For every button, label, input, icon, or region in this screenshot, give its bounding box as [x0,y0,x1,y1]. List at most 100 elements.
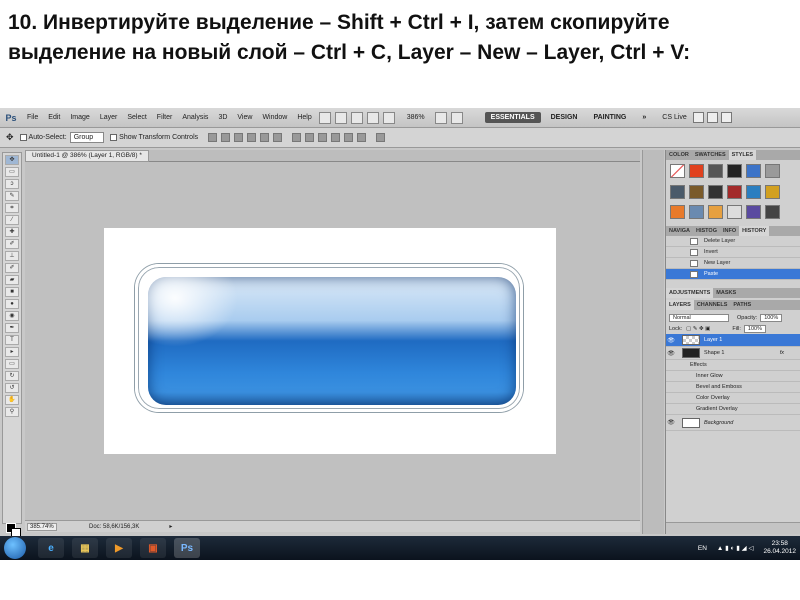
clock[interactable]: 23:58 26.04.2012 [763,540,796,556]
menu-layer[interactable]: Layer [95,114,123,121]
distribute-vcenter-icon[interactable] [305,133,315,142]
align-vcenter-icon[interactable] [221,133,231,142]
stamp-tool-icon[interactable]: ⊥ [5,251,19,261]
dodge-tool-icon[interactable]: ◉ [5,311,19,321]
layer-effect-row[interactable]: Color Overlay [666,393,800,404]
menu-help[interactable]: Help [292,114,316,121]
menu-edit[interactable]: Edit [43,114,65,121]
healing-tool-icon[interactable]: ✚ [5,227,19,237]
minimize-icon[interactable] [692,112,704,123]
explorer-icon[interactable]: ▦ [72,538,98,558]
tab-swatches[interactable]: SWATCHES [692,150,729,160]
style-swatch[interactable] [765,205,780,220]
align-bottom-icon[interactable] [234,133,244,142]
zoom-tool-button[interactable] [382,111,395,124]
lock-icons[interactable]: ▢ ✎ ✥ ▣ [686,326,710,332]
tray-icons[interactable]: ▲ ▮ ◐ ▮ ◢ ◁ [717,544,754,552]
fx-icon[interactable]: fx [780,350,784,356]
style-swatch[interactable] [746,184,761,199]
move-tool-icon[interactable]: ✥ [5,155,19,165]
zoom-tool-icon[interactable]: ⚲ [5,407,19,417]
internet-explorer-icon[interactable]: e [38,538,64,558]
style-swatch[interactable] [746,205,761,220]
powerpoint-icon[interactable]: ▣ [140,538,166,558]
gradient-tool-icon[interactable]: ■ [5,287,19,297]
zoom-level[interactable]: 386% [407,114,425,121]
canvas-area[interactable] [25,162,640,520]
eyedropper-tool-icon[interactable]: ⁄ [5,215,19,225]
brush-tool-icon[interactable]: ✐ [5,239,19,249]
layer-effect-row[interactable]: Gradient Overlay [666,404,800,415]
eraser-tool-icon[interactable]: ▰ [5,275,19,285]
tab-paths[interactable]: PATHS [730,300,754,310]
menu-3d[interactable]: 3D [213,114,232,121]
tab-masks[interactable]: MASKS [713,288,739,298]
tab-info[interactable]: INFO [720,226,739,236]
layer-row[interactable]: 👁 Shape 1 fx [666,347,800,360]
menu-view[interactable]: View [232,114,257,121]
tab-navigator[interactable]: NAVIGA [666,226,693,236]
close-icon[interactable] [720,112,732,123]
blur-tool-icon[interactable]: ● [5,299,19,309]
style-none[interactable] [670,164,685,178]
status-zoom[interactable]: 385.74% [27,522,57,531]
marquee-tool-icon[interactable]: ▭ [5,167,19,177]
blend-mode-select[interactable]: Normal [669,313,729,322]
color-swatches[interactable] [6,523,21,536]
3d-rotate-tool-icon[interactable]: ↻ [5,371,19,381]
align-left-icon[interactable] [247,133,257,142]
quick-select-tool-icon[interactable]: ✎ [5,191,19,201]
workspace-painting[interactable]: PAINTING [587,112,632,123]
media-player-icon[interactable]: ▶ [106,538,132,558]
status-arrow-icon[interactable]: ▸ [169,523,172,530]
distribute-hcenter-icon[interactable] [344,133,354,142]
tab-history[interactable]: HISTORY [739,226,770,236]
history-item[interactable]: Invert [666,247,800,258]
style-swatch[interactable] [708,164,723,178]
document-canvas[interactable] [104,228,556,454]
pen-tool-icon[interactable]: ✒ [5,323,19,333]
layer-effect-row[interactable]: Bevel and Emboss [666,382,800,393]
style-swatch[interactable] [670,184,685,199]
tab-channels[interactable]: CHANNELS [694,300,731,310]
background-color[interactable] [11,528,21,536]
style-swatch[interactable] [670,205,685,220]
menu-select[interactable]: Select [122,114,151,121]
style-swatch[interactable] [708,205,723,220]
eye-icon[interactable]: 👁 [666,350,676,357]
auto-select-checkbox[interactable] [19,134,27,141]
style-swatch[interactable] [727,205,742,220]
move-tool-icon[interactable]: ✥ [6,132,14,143]
type-tool-icon[interactable]: T [5,335,19,345]
bridge-button[interactable] [318,111,331,124]
auto-select-dropdown[interactable]: Group [69,132,105,143]
menu-filter[interactable]: Filter [152,114,178,121]
align-right-icon[interactable] [273,133,283,142]
style-swatch[interactable] [689,184,704,199]
style-swatch[interactable] [746,164,761,178]
3d-orbit-tool-icon[interactable]: ↺ [5,383,19,393]
align-hcenter-icon[interactable] [260,133,270,142]
history-item[interactable]: Delete Layer [666,236,800,247]
more-workspaces-button[interactable]: » [636,112,652,123]
auto-align-icon[interactable] [376,133,386,142]
photoshop-taskbar-icon[interactable]: Ps [174,538,200,558]
mini-bridge-button[interactable] [334,111,347,124]
distribute-right-icon[interactable] [357,133,367,142]
restore-icon[interactable] [706,112,718,123]
eye-icon[interactable]: 👁 [666,419,676,426]
history-item[interactable]: New Layer [666,258,800,269]
align-top-icon[interactable] [208,133,218,142]
lasso-tool-icon[interactable]: ↄ [5,179,19,189]
style-swatch[interactable] [765,184,780,199]
hand-tool-icon[interactable]: ✋ [5,395,19,405]
arrange-documents-button[interactable] [434,111,447,124]
style-swatch[interactable] [765,164,780,178]
menu-file[interactable]: File [22,114,43,121]
distribute-top-icon[interactable] [292,133,302,142]
workspace-essentials[interactable]: ESSENTIALS [484,112,541,123]
layer-row-selected[interactable]: 👁 Layer 1 [666,334,800,347]
style-swatch[interactable] [689,205,704,220]
menu-image[interactable]: Image [65,114,94,121]
style-swatch[interactable] [708,184,723,199]
